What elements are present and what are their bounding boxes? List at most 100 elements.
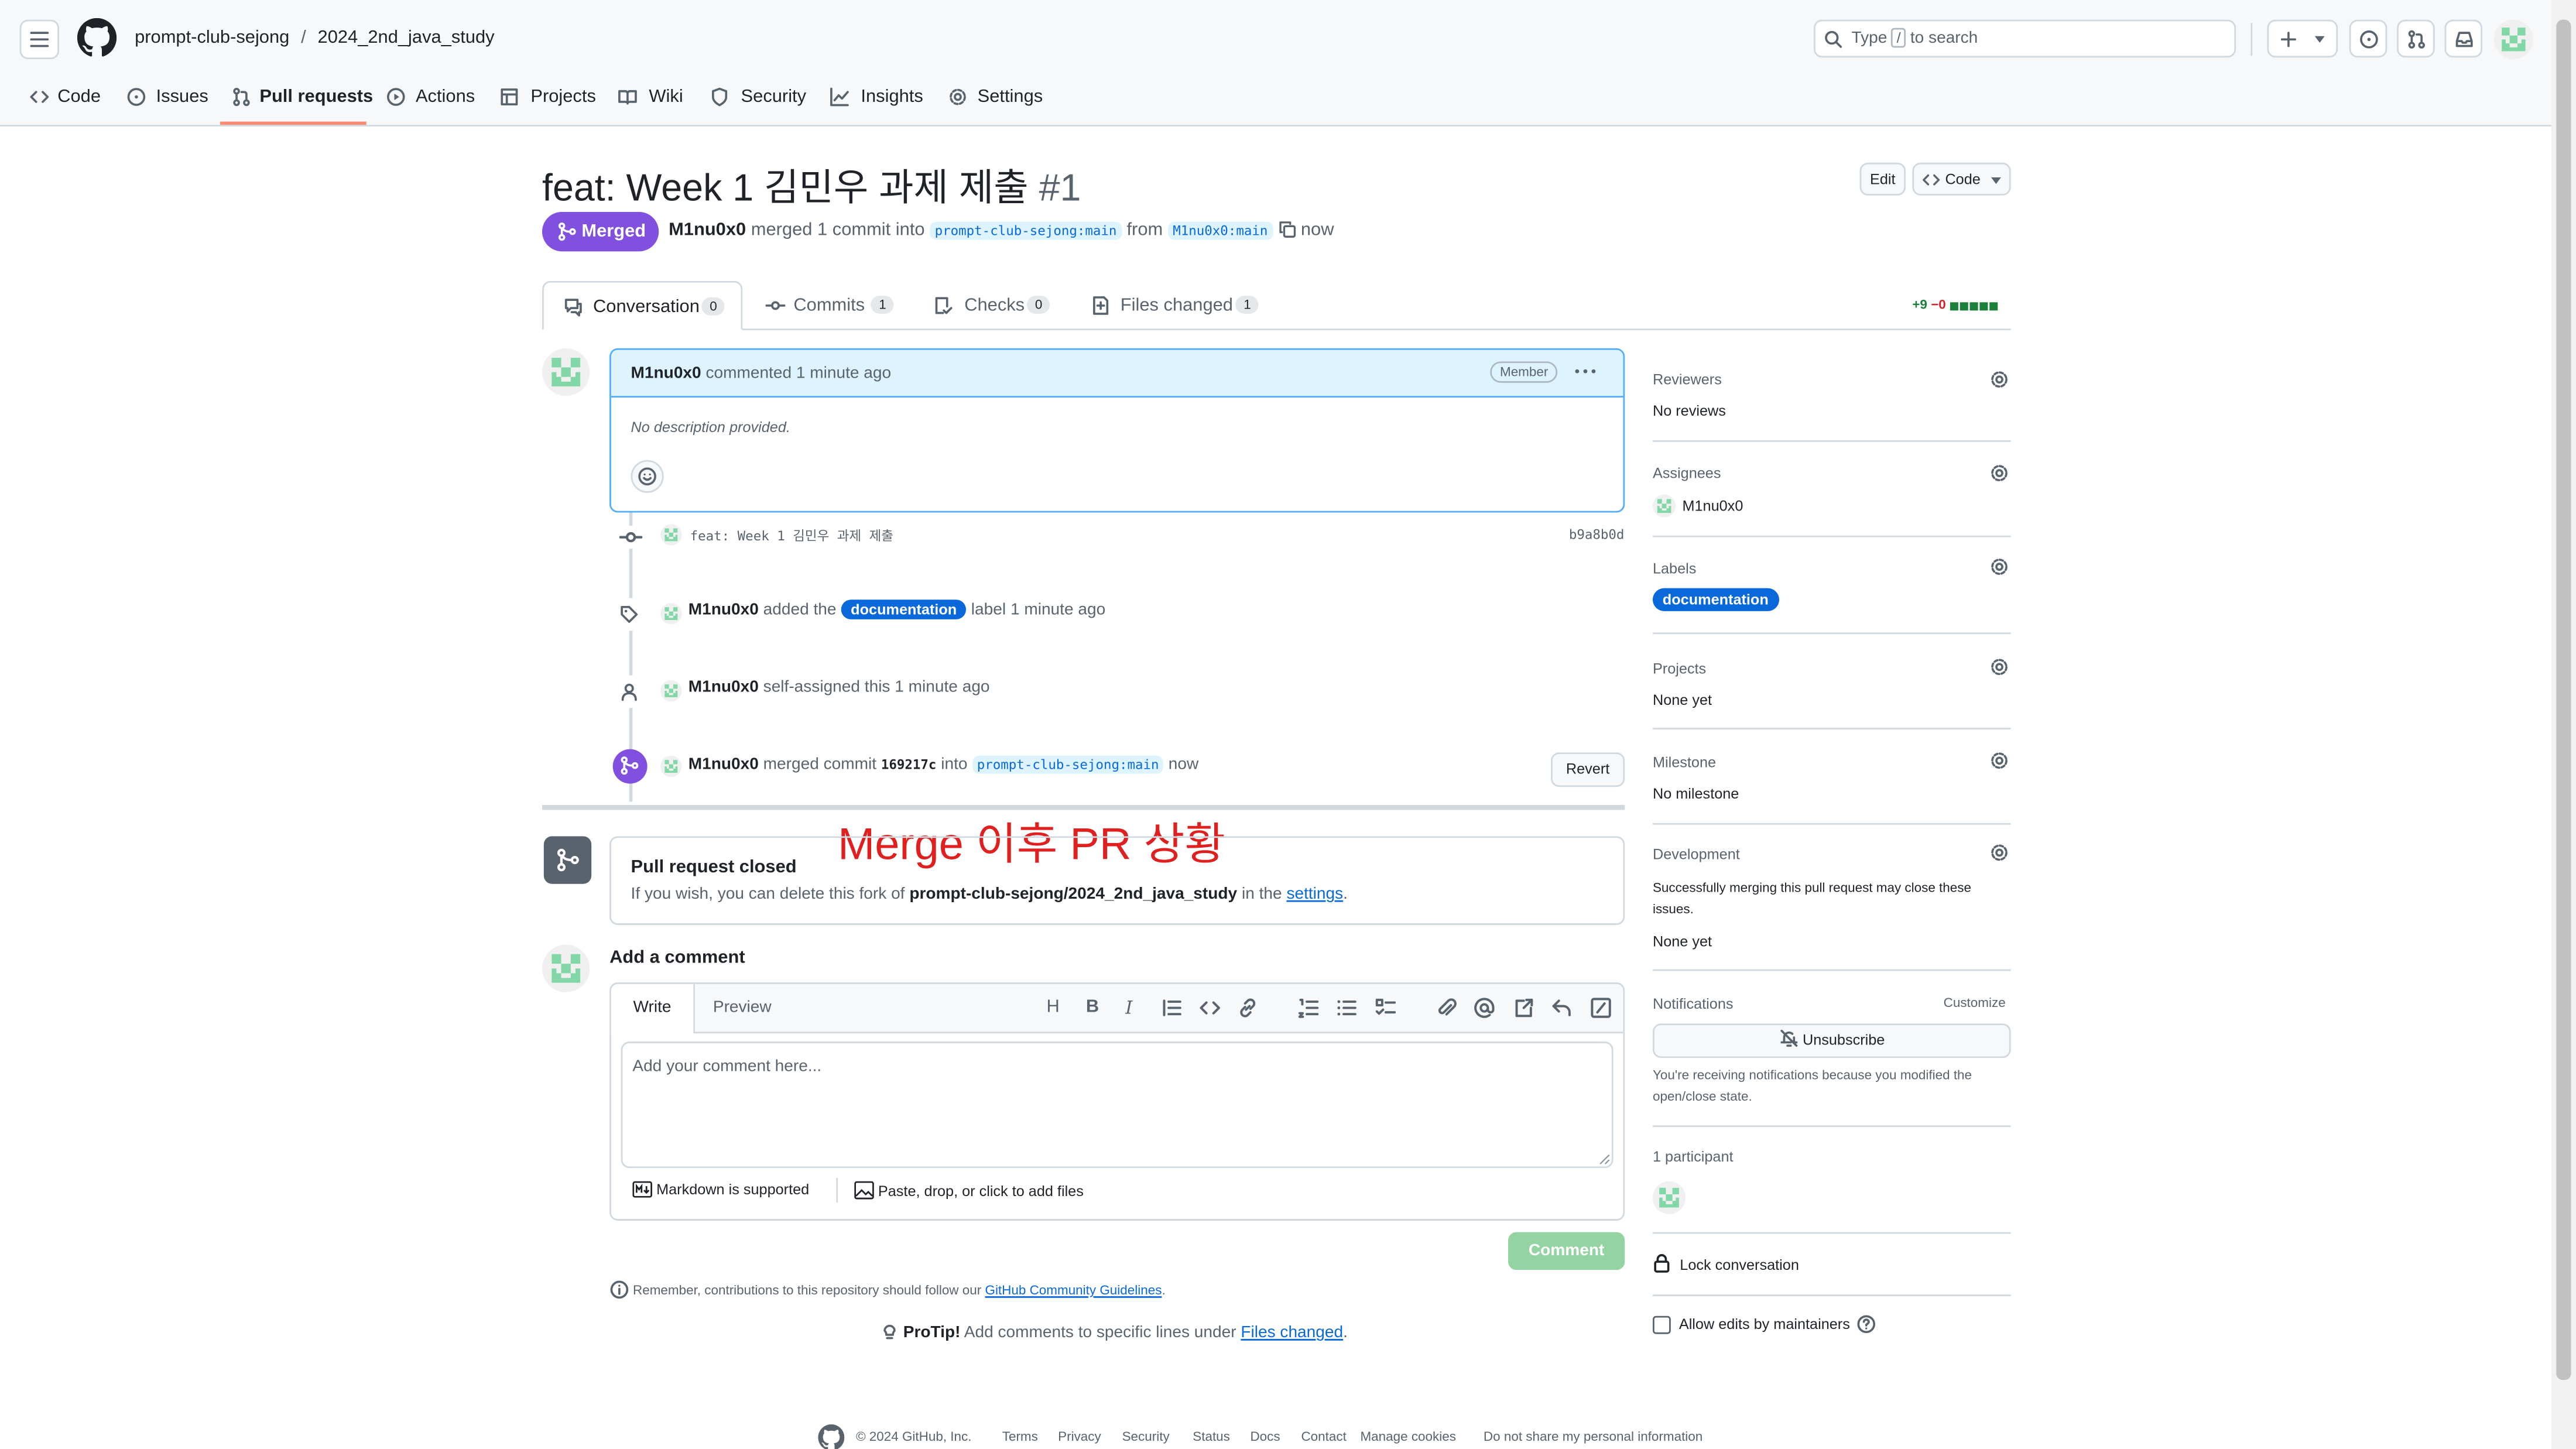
files-changed-link[interactable]: Files changed <box>1241 1324 1343 1342</box>
assign-event-time[interactable]: 1 minute ago <box>895 679 989 697</box>
gear-icon[interactable] <box>1989 751 2009 770</box>
comment-author[interactable]: M1nu0x0 <box>631 365 701 383</box>
development-title[interactable]: Development <box>1653 846 1740 862</box>
commit-message[interactable]: feat: Week 1 김민우 과제 제출 <box>690 527 893 546</box>
head-branch[interactable]: M1nu0x0:main <box>1167 221 1273 240</box>
event-actor-avatar[interactable] <box>660 602 682 625</box>
commit-sha[interactable]: b9a8b0d <box>1569 527 1625 542</box>
github-logo[interactable] <box>77 18 117 57</box>
write-tab[interactable]: Write <box>611 984 695 1034</box>
scrollbar-thumb[interactable] <box>2556 19 2571 1381</box>
community-guidelines-link[interactable]: GitHub Community Guidelines <box>985 1283 1162 1298</box>
comment-textarea[interactable]: Add your comment here... <box>621 1042 1614 1169</box>
footer-link-terms[interactable]: Terms <box>1002 1429 1038 1444</box>
pull-requests-shortcut-button[interactable] <box>2397 19 2435 58</box>
markdown-note[interactable]: Markdown is supported <box>632 1181 809 1198</box>
assign-event-user[interactable]: M1nu0x0 <box>688 679 759 697</box>
customize-notifications-link[interactable]: Customize <box>1944 996 2006 1010</box>
merge-target-branch[interactable]: prompt-club-sejong:main <box>972 755 1164 774</box>
comment-options-button[interactable] <box>1572 358 1598 385</box>
page-scrollbar[interactable] <box>2551 0 2576 1449</box>
revert-button[interactable]: Revert <box>1550 752 1625 787</box>
breadcrumb-org[interactable]: prompt-club-sejong <box>135 28 289 48</box>
comment-submit-button[interactable]: Comment <box>1508 1232 1625 1270</box>
settings-link[interactable]: settings <box>1286 885 1343 903</box>
assignee-avatar[interactable] <box>1652 494 1676 518</box>
sidebar-documentation-label[interactable]: documentation <box>1652 588 1779 611</box>
footer-link-docs[interactable]: Docs <box>1250 1429 1280 1444</box>
breadcrumb-repo[interactable]: 2024_2nd_java_study <box>318 28 495 48</box>
github-mark-icon[interactable] <box>818 1424 845 1449</box>
tab-conversation[interactable]: Conversation 0 <box>542 280 743 331</box>
format-italic-button[interactable]: I <box>1125 997 1132 1018</box>
reviewers-title[interactable]: Reviewers <box>1653 371 1722 388</box>
mention-button[interactable] <box>1474 997 1495 1018</box>
documentation-label[interactable]: documentation <box>841 600 967 619</box>
footer-link-privacy[interactable]: Privacy <box>1058 1429 1101 1444</box>
closed-icon-box <box>543 836 592 884</box>
code-dropdown-button[interactable]: Code <box>1912 162 2011 196</box>
user-avatar-header[interactable] <box>2493 19 2534 60</box>
format-bold-button[interactable]: B <box>1086 997 1099 1017</box>
allow-edits-label[interactable]: Allow edits by maintainers <box>1679 1316 1850 1332</box>
create-new-button[interactable] <box>2267 19 2338 58</box>
menu-button[interactable] <box>19 19 60 60</box>
footer-link-security[interactable]: Security <box>1122 1429 1170 1444</box>
unsubscribe-button[interactable]: Unsubscribe <box>1652 1023 2011 1059</box>
gear-icon[interactable] <box>1989 557 2009 577</box>
merge-event-user[interactable]: M1nu0x0 <box>688 756 759 774</box>
projects-title[interactable]: Projects <box>1653 660 1706 677</box>
footer-link-do-not-share[interactable]: Do not share my personal information <box>1484 1429 1703 1444</box>
comment-time[interactable]: 1 minute ago <box>796 365 891 383</box>
gear-icon[interactable] <box>1989 463 2009 483</box>
format-code-button[interactable] <box>1199 997 1220 1018</box>
footer-link-contact[interactable]: Contact <box>1301 1429 1346 1444</box>
question-icon[interactable] <box>1856 1314 1876 1334</box>
milestone-title[interactable]: Milestone <box>1653 754 1716 770</box>
pr-author[interactable]: M1nu0x0 <box>669 220 746 240</box>
attach-file-button[interactable] <box>1436 997 1457 1018</box>
format-quote-button[interactable] <box>1162 997 1183 1018</box>
assignee-name[interactable]: M1nu0x0 <box>1682 498 1743 514</box>
slash-commands-button[interactable] <box>1590 997 1611 1018</box>
format-task-list-button[interactable] <box>1375 997 1396 1018</box>
cross-reference-button[interactable] <box>1513 997 1534 1018</box>
tab-commits[interactable]: Commits 1 <box>765 281 917 330</box>
edit-title-button[interactable]: Edit <box>1859 162 1906 196</box>
gear-icon[interactable] <box>1989 369 2009 389</box>
event-actor-avatar[interactable] <box>660 755 682 777</box>
event-actor-avatar[interactable] <box>660 680 682 702</box>
allow-edits-checkbox[interactable] <box>1652 1316 1671 1334</box>
participant-avatar[interactable] <box>1652 1181 1686 1214</box>
format-unordered-list-button[interactable] <box>1335 997 1356 1018</box>
footer-link-manage-cookies[interactable]: Manage cookies <box>1360 1429 1456 1444</box>
labels-title[interactable]: Labels <box>1653 560 1696 577</box>
inbox-button[interactable] <box>2444 19 2483 58</box>
add-reaction-button[interactable] <box>631 460 664 493</box>
tab-checks[interactable]: Checks 0 <box>933 281 1081 330</box>
search-input[interactable]: Type / to search <box>1813 19 2236 58</box>
issues-shortcut-button[interactable] <box>2349 19 2387 58</box>
assignees-title[interactable]: Assignees <box>1653 465 1721 481</box>
merge-event-time[interactable]: now <box>1169 756 1199 774</box>
format-heading-button[interactable]: H <box>1046 997 1059 1017</box>
label-event-time[interactable]: 1 minute ago <box>1010 601 1105 619</box>
comment-author-avatar[interactable] <box>542 348 590 396</box>
gear-icon[interactable] <box>1989 843 2009 863</box>
gear-icon[interactable] <box>1989 657 2009 677</box>
format-ordered-list-button[interactable] <box>1298 997 1319 1018</box>
resize-handle-icon[interactable] <box>1598 1153 1610 1165</box>
lock-conversation-button[interactable]: Lock conversation <box>1653 1253 1799 1273</box>
format-link-button[interactable] <box>1237 997 1258 1018</box>
label-event-user[interactable]: M1nu0x0 <box>688 601 759 619</box>
saved-replies-button[interactable] <box>1551 997 1572 1018</box>
preview-tab[interactable]: Preview <box>713 999 772 1017</box>
merge-commit-sha[interactable]: 169217c <box>881 758 937 772</box>
base-branch[interactable]: prompt-club-sejong:main <box>930 221 1122 240</box>
copy-icon[interactable] <box>1277 220 1296 238</box>
footer-link-status[interactable]: Status <box>1193 1429 1230 1444</box>
current-user-avatar[interactable] <box>542 944 590 992</box>
tab-files-changed[interactable]: Files changed 1 <box>1091 281 1272 330</box>
attach-files-note[interactable]: Paste, drop, or click to add files <box>854 1181 1084 1199</box>
commit-author-avatar[interactable] <box>660 524 682 546</box>
